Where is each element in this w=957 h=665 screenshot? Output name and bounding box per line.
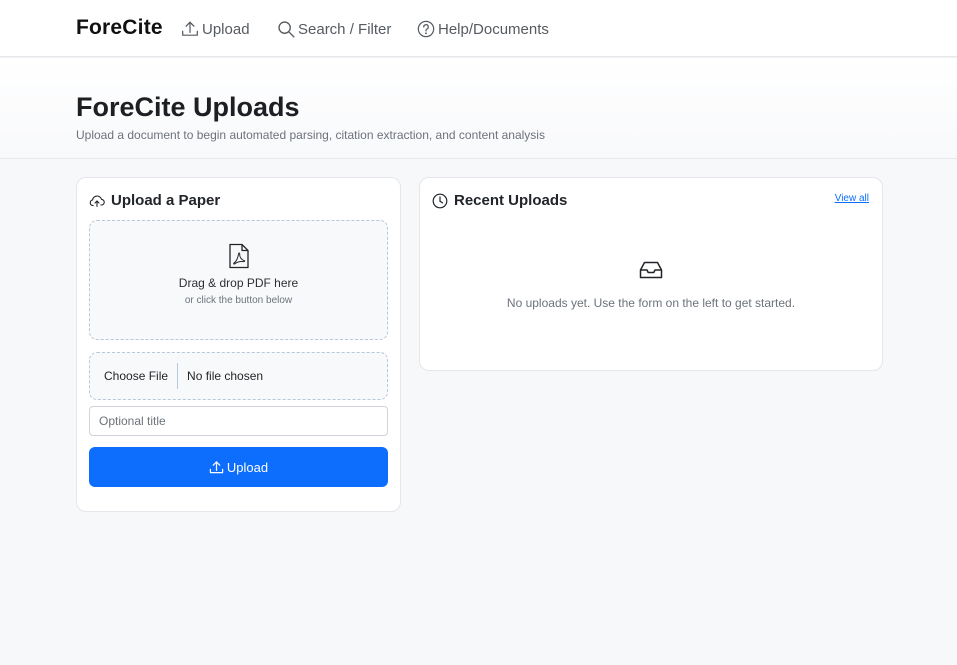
nav-link-label: Help/Documents: [438, 20, 549, 38]
brand-logo[interactable]: ForeCite: [76, 16, 163, 40]
upload-icon: [182, 21, 198, 36]
recent-uploads-card: Recent Uploads View all No uploads yet. …: [419, 177, 883, 371]
file-status: No file chosen: [187, 369, 264, 383]
nav-link-search[interactable]: Search / Filter: [277, 18, 391, 40]
nav-link-help[interactable]: Help/Documents: [417, 18, 549, 40]
nav-link-label: Search / Filter: [298, 20, 392, 38]
pdf-dropzone[interactable]: Drag & drop PDF here or click the button…: [89, 220, 388, 340]
upload-card: Upload a Paper Drag & drop PDF here or c…: [76, 177, 401, 512]
recent-uploads-title: Recent Uploads: [432, 192, 567, 209]
optional-title-input[interactable]: [89, 406, 388, 436]
upload-card-title: Upload a Paper: [89, 192, 220, 209]
dropzone-main-text: Drag & drop PDF here: [178, 276, 299, 290]
view-all-link[interactable]: View all: [835, 193, 869, 204]
cloud-upload-icon: [89, 194, 105, 207]
nav-link-upload[interactable]: Upload: [181, 18, 250, 40]
nav-link-label: Upload: [202, 20, 250, 38]
pdf-file-icon: [229, 243, 249, 269]
dropzone-sub-text: or click the button below: [184, 295, 293, 306]
inbox-icon: [639, 261, 663, 279]
page-title: ForeCite Uploads: [76, 92, 300, 122]
choose-file-button[interactable]: Choose File: [97, 363, 179, 389]
question-circle-icon: [417, 20, 435, 38]
clock-icon: [432, 193, 448, 208]
search-icon: [278, 21, 295, 38]
upload-button[interactable]: Upload: [89, 447, 388, 487]
file-input[interactable]: Choose File No file chosen: [89, 352, 388, 400]
upload-button-label: Upload: [226, 459, 269, 475]
navbar: ForeCite Upload Search / Filter Help/Doc…: [0, 0, 957, 57]
empty-state-text: No uploads yet. Use the form on the left…: [506, 296, 796, 310]
page-subtitle: Upload a document to begin automated par…: [76, 128, 545, 142]
page-header: ForeCite Uploads Upload a document to be…: [0, 58, 957, 159]
upload-icon: [209, 460, 224, 473]
